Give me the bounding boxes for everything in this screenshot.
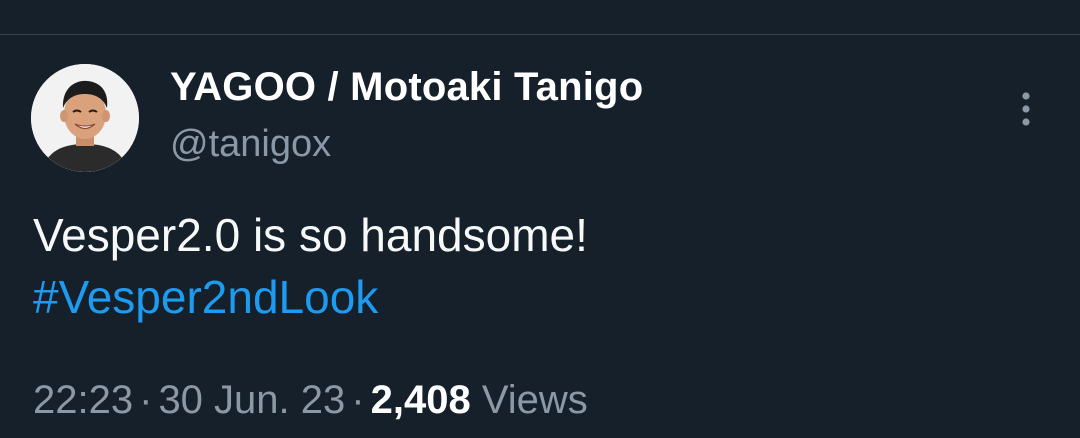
top-divider [0, 34, 1080, 35]
tweet-time[interactable]: 22:23 [33, 378, 133, 422]
meta-separator: · [139, 378, 153, 422]
avatar[interactable] [31, 64, 139, 172]
more-vertical-icon [1022, 92, 1030, 126]
tweet-metadata: 22:23 · 30 Jun. 23 · 2,408 Views [33, 378, 588, 423]
hashtag-link[interactable]: #Vesper2ndLook [33, 266, 588, 328]
author-handle[interactable]: @tanigox [170, 123, 331, 166]
tweet-text-line: Vesper2.0 is so handsome! [33, 209, 588, 261]
more-options-button[interactable] [1008, 88, 1044, 132]
avatar-image [31, 64, 139, 172]
tweet-date[interactable]: 30 Jun. 23 [158, 378, 345, 422]
meta-separator: · [351, 378, 365, 422]
tweet-text: Vesper2.0 is so handsome! #Vesper2ndLook [33, 204, 588, 328]
view-count[interactable]: 2,408 [371, 378, 471, 422]
views-label: Views [481, 378, 588, 422]
author-display-name[interactable]: YAGOO / Motoaki Tanigo [170, 65, 643, 110]
